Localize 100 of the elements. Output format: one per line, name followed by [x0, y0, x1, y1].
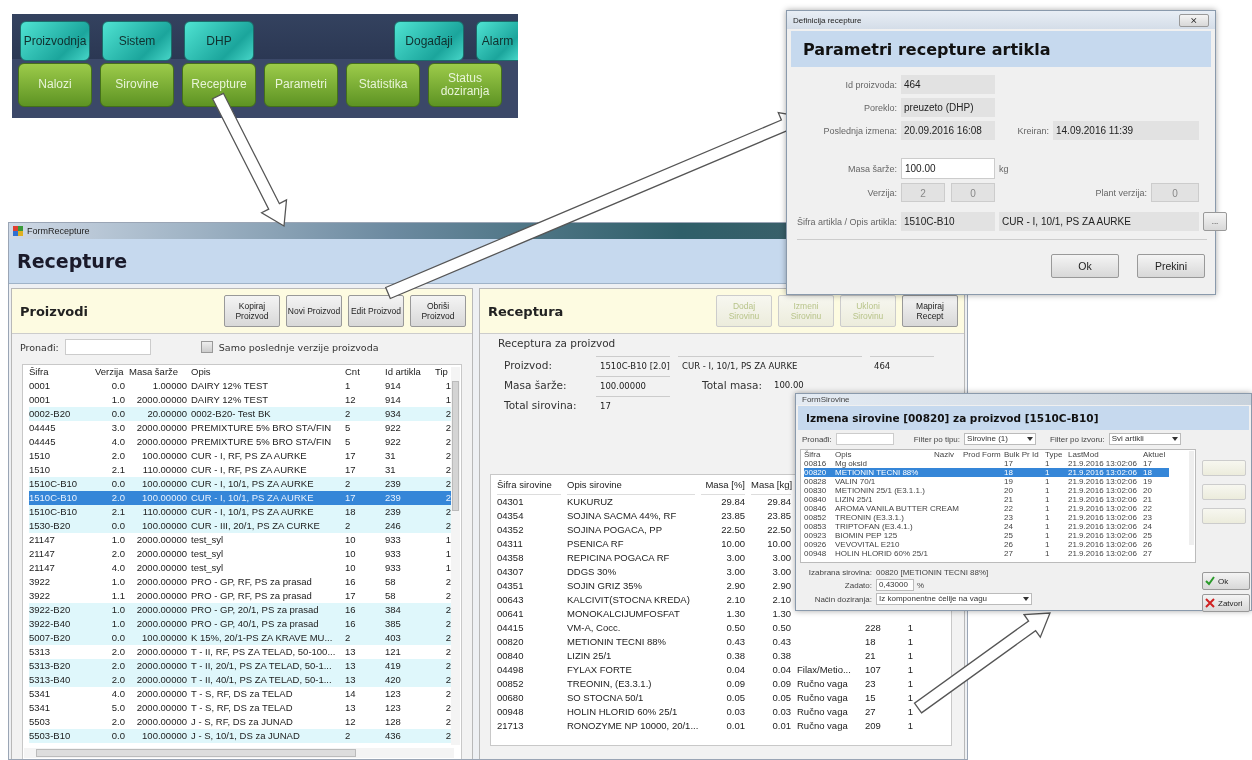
- table-row[interactable]: 0001 1.0 2000.00000 DAIRY 12% TEST 12 914 1: [29, 393, 451, 407]
- table-cell-text: 0.01: [725, 719, 745, 733]
- close-button[interactable]: ⨯: [1179, 13, 1209, 27]
- vertical-scrollbar[interactable]: [1189, 451, 1194, 545]
- dosing-mode-dropdown[interactable]: Iz komponentne ćelije na vagu: [876, 593, 1032, 605]
- ok-button[interactable]: Ok: [1051, 254, 1119, 278]
- table-cell-text: 27: [1143, 549, 1153, 558]
- browse-button[interactable]: ...: [1203, 212, 1227, 231]
- table-cell-text: 2: [444, 659, 451, 673]
- table-cell-text: 21147: [29, 547, 56, 561]
- toolbar-button[interactable]: Kopiraj Proizvod: [224, 295, 280, 327]
- table-cell-text: 2: [444, 449, 451, 463]
- search-field[interactable]: [64, 339, 151, 355]
- table-row[interactable]: 5503 2.0 2000.00000 J - S, RF, DS za JUNAD 12 128 2: [29, 715, 451, 729]
- table-cell-text: 128: [385, 715, 402, 729]
- search-field[interactable]: [835, 433, 894, 445]
- table-cell-text: 00840: [804, 495, 828, 504]
- table-row[interactable]: 00948 HOLIN HLORID 60% 25/1 27 1 21.9.2016 13:02:06 27: [804, 549, 1169, 558]
- table-cell-text: 2: [444, 421, 451, 435]
- dialog-heading: Izmena sirovine [00820] za proizvod [1510C-B10]: [806, 412, 1099, 424]
- table-cell-text: 23: [1143, 513, 1153, 522]
- table-cell-text: 0.38: [771, 649, 791, 663]
- cancel-button[interactable]: Prekini: [1137, 254, 1205, 278]
- table-row[interactable]: 21147 2.0 2000.00000 test_syl 10 933 1: [29, 547, 451, 561]
- field-label: Pronađi:: [802, 434, 832, 444]
- table-row[interactable]: 5503-B10 0.0 100.00000 J - S, 10/1, DS za JUNAD 2 436 2: [29, 729, 451, 743]
- table-row[interactable]: 00852 TREONIN (E3.3.1.) 23 1 21.9.2016 13:02:06 23: [804, 513, 1169, 522]
- table-cell-text: 26: [1143, 540, 1153, 549]
- toolbar-button[interactable]: Novi Proizvod: [286, 295, 342, 327]
- column-header: Verzija: [95, 365, 125, 379]
- table-cell-text: 31: [385, 449, 397, 463]
- toolbar-button[interactable]: Obriši Proizvod: [410, 295, 466, 327]
- table-cell-text: 04498: [497, 663, 525, 677]
- menu-button[interactable]: DHP: [184, 21, 254, 61]
- table-row[interactable]: 5007-B20 0.0 100.00000 K 15%, 20/1-PS ZA KRAVE MU... 2 403 2: [29, 631, 451, 645]
- toolbar-button[interactable]: Mapiraj Recept: [902, 295, 958, 327]
- column-header: Šifra: [804, 450, 822, 459]
- checkbox[interactable]: [200, 341, 213, 353]
- table-cell-text: 22.50: [720, 523, 745, 537]
- table-row[interactable]: 0001 0.0 1.00000 DAIRY 12% TEST 1 914 1: [29, 379, 451, 393]
- ok-button[interactable]: Ok: [1202, 572, 1250, 590]
- table-row[interactable]: 5341 5.0 2000.00000 T - S, RF, DS za TELAD 13 123 2: [29, 701, 451, 715]
- table-row[interactable]: 21147 1.0 2000.00000 test_syl 10 933 1: [29, 533, 451, 547]
- table-cell-text: 2: [444, 673, 451, 687]
- table-cell-text: 5503: [29, 715, 52, 729]
- horizontal-scrollbar[interactable]: [24, 748, 454, 758]
- table-row[interactable]: 00846 AROMA VANILA BUTTER CREAM 22 1 21.9.2016 13:02:06 22: [804, 504, 1169, 513]
- table-row[interactable]: 00820 METIONIN TECNI 88% 18 1 21.9.2016 13:02:06 18: [804, 468, 1169, 477]
- table-row[interactable]: 04445 3.0 2000.00000 PREMIXTURE 5% BRO STA/FIN 5 922 2: [29, 421, 451, 435]
- table-cell-text: 17: [345, 589, 357, 603]
- table-cell-text: 21.9.2016 13:02:06: [1068, 540, 1138, 549]
- close-button[interactable]: Zatvori: [1202, 594, 1250, 612]
- table-row[interactable]: 04445 4.0 2000.00000 PREMIXTURE 5% BRO STA/FIN 5 922 2: [29, 435, 451, 449]
- table-row[interactable]: 00926 VEVOVITAL E210 26 1 21.9.2016 13:02:06 26: [804, 540, 1169, 549]
- table-cell-text: 04354: [497, 509, 525, 523]
- table-cell-text: CUR - I, 10/1, PS ZA AURKE: [191, 505, 315, 519]
- table-row[interactable]: 5313 2.0 2000.00000 T - II, RF, PS ZA TELAD, 50-100... 13 121 2: [29, 645, 451, 659]
- table-row[interactable]: 1510C-B10 2.1 110.00000 CUR - I, 10/1, PS ZA AURKE 18 239 2: [29, 505, 451, 519]
- table-row[interactable]: 00828 VALIN 70/1 19 1 21.9.2016 13:02:06 19: [804, 477, 1169, 486]
- table-row[interactable]: 3922-B20 1.0 2000.00000 PRO - GP, 20/1, PS za prasad 16 384 2: [29, 603, 451, 617]
- table-row[interactable]: 5313-B40 2.0 2000.00000 T - II, 40/1, PS ZA TELAD, 50-1... 13 420 2: [29, 673, 451, 687]
- table-row[interactable]: 0002-B20 0.0 20.00000 0002-B20- Test BK 2 934 2: [29, 407, 451, 421]
- table-row[interactable]: 1510 2.0 100.00000 CUR - I, RF, PS ZA AURKE 17 31 2: [29, 449, 451, 463]
- table-cell-text: 4.0: [110, 687, 125, 701]
- table-row[interactable]: 21147 4.0 2000.00000 test_syl 10 933 1: [29, 561, 451, 575]
- table-row[interactable]: 1510 2.1 110.00000 CUR - I, RF, PS ZA AURKE 17 31 2: [29, 463, 451, 477]
- table-cell-text: 13: [345, 701, 357, 715]
- table-cell-text: 209: [865, 719, 882, 733]
- table-row[interactable]: 1530-B20 0.0 100.00000 CUR - III, 20/1, PS ZA CURKE 2 246 2: [29, 519, 451, 533]
- table-cell-text: 22: [1004, 504, 1014, 513]
- table-row[interactable]: 5341 4.0 2000.00000 T - S, RF, DS za TELAD 14 123 2: [29, 687, 451, 701]
- column-header: Masa šarže: [129, 365, 180, 379]
- table-row[interactable]: 3922 1.1 2000.00000 PRO - GP, RF, PS za prasad 17 58 2: [29, 589, 451, 603]
- type-filter-dropdown[interactable]: Sirovine (1): [964, 433, 1037, 445]
- table-cell-text: 23.85: [720, 509, 745, 523]
- menu-button[interactable]: Događaji: [394, 21, 464, 61]
- table-row[interactable]: 00840 LIZIN 25/1 21 1 21.9.2016 13:02:06 21: [804, 495, 1169, 504]
- menu-button[interactable]: Proizvodnja: [20, 21, 90, 61]
- table-cell-text: 239: [385, 477, 402, 491]
- batch-mass-input[interactable]: 100.00: [901, 158, 995, 179]
- table-row[interactable]: 3922 1.0 2000.00000 PRO - GP, RF, PS za prasad 16 58 2: [29, 575, 451, 589]
- table-row[interactable]: 00853 TRIPTOFAN (E3.4.1.) 24 1 21.9.2016 13:02:06 24: [804, 522, 1169, 531]
- toolbar-button[interactable]: Edit Proizvod: [348, 295, 404, 327]
- column-header: Cnt: [345, 365, 361, 379]
- table-row[interactable]: 00923 BIOMIN PEP 125 25 1 21.9.2016 13:02:06 25: [804, 531, 1169, 540]
- table-row[interactable]: 00830 METIONIN 25/1 (E3.1.1.) 20 1 21.9.2016 13:02:06 20: [804, 486, 1169, 495]
- vertical-scrollbar[interactable]: [451, 367, 460, 745]
- table-cell-text: VEVOVITAL E210: [835, 540, 901, 549]
- table-cell-text: 1: [906, 635, 913, 649]
- table-row[interactable]: 1510C-B10 0.0 100.00000 CUR - I, 10/1, PS ZA AURKE 2 239 2: [29, 477, 451, 491]
- table-row[interactable]: 3922-B40 1.0 2000.00000 PRO - GP, 40/1, PS za prasad 16 385 2: [29, 617, 451, 631]
- menu-button[interactable]: Sistem: [102, 21, 172, 61]
- menu-button[interactable]: Alarm: [476, 21, 518, 61]
- table-row[interactable]: 5313-B20 2.0 2000.00000 T - II, 20/1, PS ZA TELAD, 50-1... 13 419 2: [29, 659, 451, 673]
- table-row[interactable]: 00816 Mg oksid 17 1 21.9.2016 13:02:06 17: [804, 459, 1169, 468]
- table-row[interactable]: 1510C-B10 2.0 100.00000 CUR - I, 10/1, PS ZA AURKE 17 239 2: [29, 491, 451, 505]
- table-cell-text: 0002-B20: [29, 407, 72, 421]
- source-filter-dropdown[interactable]: Svi artikli: [1108, 433, 1181, 445]
- table-cell-text: 0.04: [725, 663, 745, 677]
- table-cell-text: 25: [1143, 531, 1153, 540]
